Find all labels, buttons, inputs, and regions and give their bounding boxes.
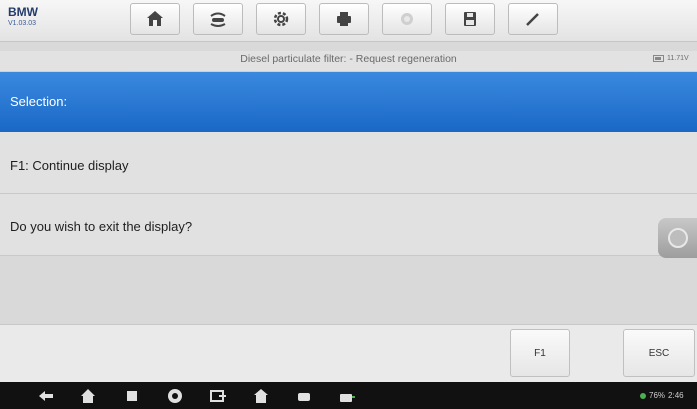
nav-recent-apps-button[interactable] <box>122 386 142 406</box>
function-button-bar <box>0 324 697 382</box>
car-icon <box>298 393 310 401</box>
help-button[interactable] <box>382 3 432 35</box>
home-icon <box>81 389 95 403</box>
brand-name: BMW <box>8 5 38 19</box>
list-item[interactable]: Do you wish to exit the display? <box>0 194 697 256</box>
nav-car-button[interactable] <box>294 386 314 406</box>
battery-percent: 76% <box>649 391 666 400</box>
home-button[interactable] <box>130 3 180 35</box>
chrome-icon <box>168 389 182 403</box>
vehicle-swap-button[interactable] <box>193 3 243 35</box>
battery-icon <box>653 55 664 62</box>
app-version: V1.03.03 <box>8 20 37 27</box>
vehicle-swap-icon <box>210 12 226 27</box>
signal-icon <box>640 392 646 399</box>
f1-button[interactable]: F1 <box>510 329 570 377</box>
list-item-text: Do you wish to exit the display? <box>10 219 193 234</box>
screen-capture-icon <box>210 390 226 402</box>
battery-voltage: 11.71V <box>653 55 689 62</box>
printer-icon <box>337 12 351 26</box>
save-icon <box>464 12 476 26</box>
page-title: Diesel particulate filter: - Request reg… <box>240 53 457 65</box>
list-item[interactable]: F1: Continue display <box>0 132 697 194</box>
home-icon <box>147 11 163 26</box>
selection-label: Selection: <box>10 94 68 109</box>
maxisys-icon <box>254 389 268 403</box>
brand-label: BMW V1.03.03 <box>8 6 68 29</box>
gear-icon <box>273 11 289 27</box>
floating-side-button[interactable] <box>658 218 697 258</box>
nav-back-button[interactable] <box>36 386 56 406</box>
nav-home-button[interactable] <box>78 386 98 406</box>
circle-icon <box>667 228 688 248</box>
pen-icon <box>526 13 539 26</box>
help-icon <box>401 13 413 25</box>
settings-button[interactable] <box>256 3 306 35</box>
empty-area <box>0 256 697 324</box>
esc-button[interactable]: ESC <box>623 329 695 377</box>
annotate-button[interactable] <box>508 3 558 35</box>
print-button[interactable] <box>319 3 369 35</box>
vci-icon <box>340 394 355 402</box>
selection-header: Selection: <box>0 72 697 132</box>
recent-apps-icon <box>127 391 137 401</box>
nav-screen-capture-button[interactable] <box>208 386 228 406</box>
nav-chrome-button[interactable] <box>165 386 185 406</box>
list-item-text: F1: Continue display <box>10 158 129 173</box>
status-bar: 76% 2:46 <box>640 391 684 400</box>
clock: 2:46 <box>668 391 684 400</box>
nav-maxisys-button[interactable] <box>251 386 271 406</box>
nav-vci-button[interactable] <box>337 386 357 406</box>
back-icon <box>39 391 53 401</box>
save-button[interactable] <box>445 3 495 35</box>
battery-voltage-value: 11.71V <box>667 55 689 62</box>
